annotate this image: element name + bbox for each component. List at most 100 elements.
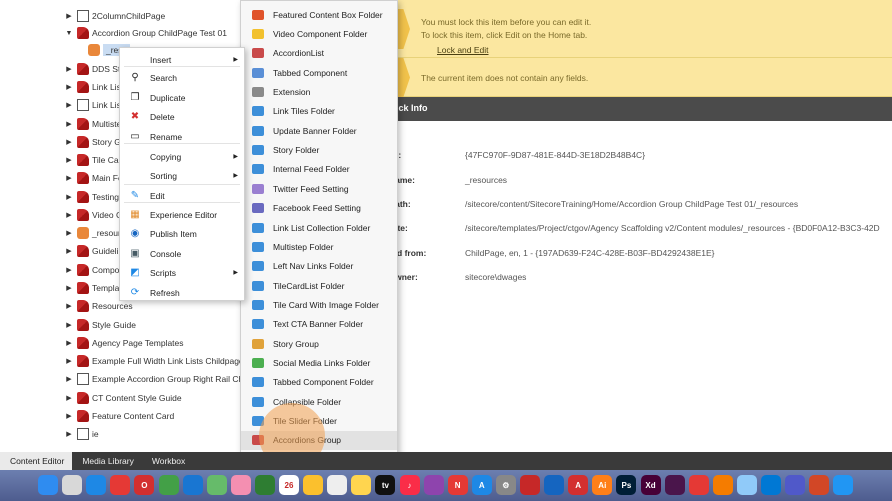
powerpoint-icon[interactable] (809, 475, 830, 495)
insert-option[interactable]: Text CTA Banner Folder (241, 315, 397, 334)
context-menu-experience-editor[interactable]: ▦ Experience Editor (120, 205, 244, 224)
quick-info-header[interactable]: ick Info (380, 97, 892, 121)
context-menu-search[interactable]: ⚲ Search (120, 68, 244, 87)
tree-item[interactable]: ▶ CT Content Style Guide (64, 389, 182, 407)
keynote-icon[interactable] (544, 475, 565, 495)
news-icon[interactable]: N (447, 475, 468, 495)
tree-item[interactable]: ▶ Main Fe (64, 169, 123, 187)
tab-media-library[interactable]: Media Library (72, 452, 142, 470)
appletv-icon[interactable]: tv (375, 475, 396, 495)
chrome-icon[interactable] (110, 475, 131, 495)
expand-arrow-icon[interactable]: ▶ (64, 284, 74, 292)
quick-info-value[interactable]: sitecore\dwages (465, 272, 526, 282)
expand-arrow-icon[interactable]: ▶ (64, 266, 74, 274)
quick-info-value[interactable]: _resources (465, 175, 507, 185)
expand-arrow-icon[interactable]: ▶ (64, 138, 74, 146)
insert-option[interactable]: Facebook Feed Setting (241, 199, 397, 218)
expand-arrow-icon[interactable]: ▶ (64, 83, 74, 91)
tree-item[interactable]: ▶ Feature Content Card (64, 407, 174, 425)
quick-info-value[interactable]: ChildPage, en, 1 - {197AD639-F24C-428E-B… (465, 248, 715, 258)
tree-item[interactable]: ▶ Templat (64, 279, 122, 297)
appstore-icon[interactable]: A (471, 475, 492, 495)
tree-item[interactable]: ▶ _resourc (64, 224, 125, 242)
expand-arrow-icon[interactable]: ▶ (64, 412, 74, 420)
insert-option[interactable]: Link List Collection Folder (241, 218, 397, 237)
settings-icon[interactable]: ⚙ (495, 475, 516, 495)
insert-option[interactable]: Social Media Links Folder (241, 353, 397, 372)
insert-option[interactable]: Video Component Folder (241, 24, 397, 43)
illustrator-icon[interactable]: Ai (592, 475, 613, 495)
expand-arrow-icon[interactable]: ▶ (64, 65, 74, 73)
messages-icon[interactable] (158, 475, 179, 495)
quick-info-value[interactable]: {47FC970F-9D87-481E-844D-3E18D2B48B4C} (465, 150, 645, 160)
safari-icon[interactable] (86, 475, 107, 495)
stickies-icon[interactable] (351, 475, 372, 495)
calendar-icon[interactable]: 26 (279, 475, 299, 495)
insert-option[interactable]: Collapsible Folder (241, 392, 397, 411)
expand-arrow-icon[interactable]: ▶ (64, 247, 74, 255)
tab-content-editor[interactable]: Content Editor (0, 452, 73, 470)
tree-item[interactable]: ▶ 2ColumnChildPage (64, 7, 165, 25)
tree-item[interactable]: ▶ Tile Card (64, 151, 126, 169)
tree-item[interactable]: ▶ Story Gr (64, 133, 124, 151)
teams-icon[interactable] (785, 475, 806, 495)
insert-option[interactable]: Tabbed Component (241, 63, 397, 82)
context-menu-publish-item[interactable]: ◉ Publish Item (120, 224, 244, 243)
collapse-arrow-icon[interactable]: ▼ (64, 30, 74, 37)
tree-item[interactable]: ▶ Video C (64, 206, 122, 224)
photoshop-icon[interactable]: Ps (616, 475, 637, 495)
insert-option[interactable]: Extension (241, 82, 397, 101)
quick-info-value[interactable]: /sitecore/templates/Project/ctgov/Agency… (465, 223, 880, 233)
maps-icon[interactable] (206, 475, 227, 495)
launchpad-icon[interactable] (62, 475, 83, 495)
insert-option[interactable]: Featured Content Box Folder (241, 5, 397, 24)
tree-item[interactable]: ▶ Style Guide (64, 316, 136, 334)
tree-item[interactable]: ▶ Example Accordion Group Right Rail Ch (64, 370, 243, 388)
xd-icon[interactable]: Xd (640, 475, 661, 495)
tree-item[interactable]: ▶ DDS Sto (64, 60, 125, 78)
preview-icon[interactable] (736, 475, 757, 495)
expand-arrow-icon[interactable]: ▶ (64, 120, 74, 128)
tree-item[interactable]: ▶ Agency Page Templates (64, 334, 184, 352)
insert-option[interactable]: Twitter Feed Setting (241, 179, 397, 198)
tree-item[interactable]: ▶ Testing I (64, 188, 124, 206)
reminders-icon[interactable] (327, 475, 348, 495)
mail-icon[interactable] (182, 475, 203, 495)
expand-arrow-icon[interactable]: ▶ (64, 430, 74, 438)
tree-item[interactable]: ▶ Link List (64, 96, 123, 114)
lock-and-edit-link[interactable]: Lock and Edit (437, 45, 489, 55)
context-menu-copying[interactable]: Copying ▶ (120, 147, 244, 166)
insert-option[interactable]: Tabbed Component Folder (241, 373, 397, 392)
tree-item[interactable]: ▶ Link List (64, 78, 123, 96)
podcasts-icon[interactable] (423, 475, 444, 495)
insert-option[interactable]: TileCardList Folder (241, 276, 397, 295)
expand-arrow-icon[interactable]: ▶ (64, 156, 74, 164)
expand-arrow-icon[interactable]: ▶ (64, 229, 74, 237)
tree-item[interactable]: ▼ Accordion Group ChildPage Test 01 (64, 24, 227, 42)
context-menu-scripts[interactable]: ◩ Scripts ▶ (120, 263, 244, 282)
expand-arrow-icon[interactable]: ▶ (64, 375, 74, 383)
insert-option[interactable]: Link Tiles Folder (241, 102, 397, 121)
expand-arrow-icon[interactable]: ▶ (64, 357, 74, 365)
insert-option[interactable]: Internal Feed Folder (241, 160, 397, 179)
insert-option[interactable]: Story Folder (241, 140, 397, 159)
quick-info-value[interactable]: /sitecore/content/SitecoreTraining/Home/… (465, 199, 798, 209)
photobooth-icon[interactable] (520, 475, 540, 495)
opera-icon[interactable]: O (134, 475, 155, 495)
expand-arrow-icon[interactable]: ▶ (64, 193, 74, 201)
context-menu-duplicate[interactable]: ❐ Duplicate (120, 88, 244, 107)
notes-icon[interactable] (303, 475, 324, 495)
tab-workbox[interactable]: Workbox (142, 452, 193, 470)
tree-item[interactable]: ▶ Guidelin (64, 242, 123, 260)
expand-arrow-icon[interactable]: ▶ (64, 12, 74, 20)
app-icon-red[interactable] (688, 475, 709, 495)
insert-option[interactable]: Left Nav Links Folder (241, 257, 397, 276)
tree-item[interactable]: ▶ ie (64, 425, 99, 443)
expand-arrow-icon[interactable]: ▶ (64, 174, 74, 182)
expand-arrow-icon[interactable]: ▶ (64, 394, 74, 402)
slack-icon[interactable] (664, 475, 685, 495)
insert-option[interactable]: Story Group (241, 334, 397, 353)
tree-item[interactable]: ▶ Multiste (64, 115, 121, 133)
outlook-icon[interactable] (761, 475, 781, 495)
insert-option[interactable]: Multistep Folder (241, 237, 397, 256)
